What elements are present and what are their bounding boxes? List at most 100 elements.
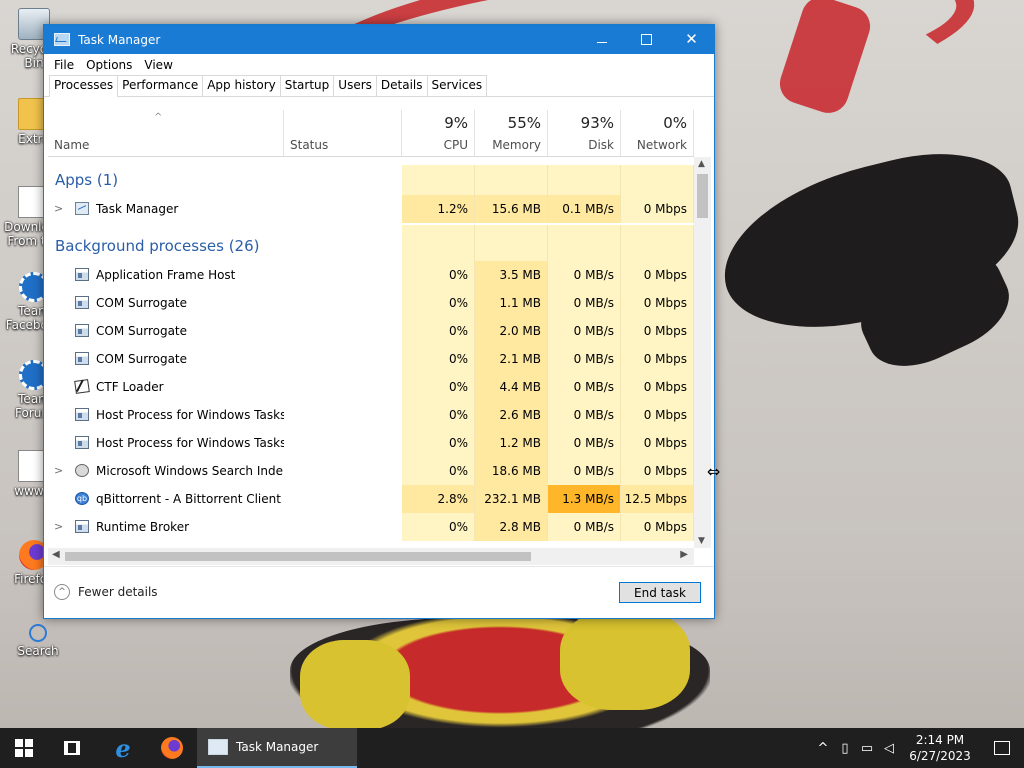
column-header-memory[interactable]: 55% Memory: [475, 110, 548, 156]
table-row[interactable]: CTF Loader 0% 4.4 MB 0 MB/s 0 Mbps: [48, 373, 694, 401]
network-icon[interactable]: ▭: [856, 741, 878, 756]
task-view-icon: [64, 741, 80, 755]
wallpaper-figure-arm-right: [560, 610, 690, 710]
taskbar-item-task-manager[interactable]: Task Manager: [197, 728, 357, 768]
chevron-up-icon[interactable]: ^: [812, 741, 834, 756]
process-disk: 0 MB/s: [548, 289, 621, 317]
volume-muted-icon[interactable]: ◁: [878, 741, 900, 756]
scroll-right-icon[interactable]: ▶: [680, 549, 688, 560]
table-row[interactable]: > Runtime Broker 0% 2.8 MB 0 MB/s 0 Mbps: [48, 513, 694, 541]
tablet-icon[interactable]: ▯: [834, 741, 856, 756]
column-header-cpu[interactable]: 9% CPU: [402, 110, 475, 156]
horizontal-scroll-thumb[interactable]: [65, 552, 531, 561]
table-row[interactable]: Host Process for Windows Tasks 0% 1.2 MB 0 …: [48, 429, 694, 457]
task-manager-icon: [54, 32, 70, 47]
maximize-button[interactable]: [624, 25, 669, 54]
table-row[interactable]: COM Surrogate 0% 2.1 MB 0 MB/s 0 Mbps: [48, 345, 694, 373]
column-header-status[interactable]: Status: [284, 110, 402, 156]
scroll-left-icon[interactable]: ◀: [52, 549, 60, 560]
window-title: Task Manager: [78, 32, 161, 47]
horizontal-scrollbar[interactable]: ◀ ▶: [48, 548, 694, 565]
process-disk: 0 MB/s: [548, 373, 621, 401]
tab-details[interactable]: Details: [375, 75, 428, 96]
table-row[interactable]: COM Surrogate 0% 2.0 MB 0 MB/s 0 Mbps: [48, 317, 694, 345]
task-manager-icon: [208, 739, 228, 755]
desktop-icon-search[interactable]: Search: [6, 624, 70, 658]
table-row[interactable]: > Microsoft Windows Search Inde... 0% 18.6 …: [48, 457, 694, 485]
process-cpu: 2.8%: [402, 485, 475, 513]
process-disk: 0 MB/s: [548, 401, 621, 429]
close-button[interactable]: ✕: [669, 25, 714, 54]
process-status: [284, 317, 402, 345]
group-header-background: Background processes (26): [48, 225, 694, 261]
minimize-button[interactable]: [579, 25, 624, 54]
process-network: 0 Mbps: [621, 345, 694, 373]
clock[interactable]: 2:14 PM 6/27/2023: [900, 732, 980, 764]
tab-processes[interactable]: Processes: [49, 75, 119, 97]
end-task-button[interactable]: End task: [619, 582, 701, 603]
column-label: Disk: [588, 138, 614, 152]
column-header-disk[interactable]: 93% Disk: [548, 110, 621, 156]
process-network: 0 Mbps: [621, 373, 694, 401]
scroll-up-icon[interactable]: ▲: [698, 159, 705, 169]
process-status: [284, 457, 402, 485]
menu-options[interactable]: Options: [80, 58, 138, 72]
memory-total-percent: 55%: [507, 114, 541, 132]
process-memory: 1.2 MB: [475, 429, 548, 457]
process-status: [284, 261, 402, 289]
process-network: 0 Mbps: [621, 513, 694, 541]
process-status: [284, 485, 402, 513]
column-label: Memory: [492, 138, 541, 152]
process-name: Task Manager: [96, 202, 179, 216]
process-name: COM Surrogate: [96, 296, 188, 310]
table-row[interactable]: Application Frame Host 0% 3.5 MB 0 MB/s 0 Mb…: [48, 261, 694, 289]
process-cpu: 0%: [402, 513, 475, 541]
internet-explorer-button[interactable]: e: [98, 728, 148, 768]
process-memory: 2.1 MB: [475, 345, 548, 373]
process-cpu: 0%: [402, 317, 475, 345]
process-name: Microsoft Windows Search Inde...: [96, 464, 284, 478]
process-disk: 0 MB/s: [548, 457, 621, 485]
process-memory: 1.1 MB: [475, 289, 548, 317]
table-row[interactable]: COM Surrogate 0% 1.1 MB 0 MB/s 0 Mbps: [48, 289, 694, 317]
process-status: [284, 373, 402, 401]
process-cpu: 1.2%: [402, 195, 475, 223]
process-cpu: 0%: [402, 345, 475, 373]
action-center-button[interactable]: [980, 728, 1024, 768]
taskbar: e Task Manager ^ ▯ ▭ ◁ 2:14 PM 6/27/2023: [0, 728, 1024, 768]
table-row[interactable]: > Task Manager 1.2% 15.6 MB 0.1 MB/s 0 M…: [48, 195, 694, 223]
process-disk: 0 MB/s: [548, 317, 621, 345]
menu-file[interactable]: File: [48, 58, 80, 72]
column-header-name[interactable]: ^ Name: [48, 110, 284, 156]
tab-performance[interactable]: Performance: [117, 75, 204, 96]
process-status: [284, 289, 402, 317]
task-view-button[interactable]: [48, 728, 96, 768]
column-header-network[interactable]: 0% Network: [621, 110, 694, 156]
process-network: 0 Mbps: [621, 261, 694, 289]
group-title: Apps (1): [55, 171, 119, 189]
menu-view[interactable]: View: [138, 58, 178, 72]
vertical-scrollbar[interactable]: ▲ ▼: [694, 157, 711, 548]
tab-users[interactable]: Users: [333, 75, 377, 96]
tab-app-history[interactable]: App history: [202, 75, 281, 96]
table-row[interactable]: Host Process for Windows Tasks 0% 2.6 MB 0 …: [48, 401, 694, 429]
fewer-details-link[interactable]: ^ Fewer details: [54, 584, 158, 600]
group-header-apps: Apps (1): [48, 165, 694, 195]
start-button[interactable]: [0, 728, 48, 768]
process-cpu: 0%: [402, 401, 475, 429]
firefox-button[interactable]: [148, 728, 196, 768]
tab-startup[interactable]: Startup: [279, 75, 335, 96]
process-name: Runtime Broker: [96, 520, 190, 534]
system-tray: ^ ▯ ▭ ◁ 2:14 PM 6/27/2023: [812, 728, 1024, 768]
process-status: [284, 513, 402, 541]
vertical-scroll-thumb[interactable]: [697, 174, 708, 218]
process-memory: 232.1 MB: [475, 485, 548, 513]
scroll-down-icon[interactable]: ▼: [698, 536, 705, 546]
tab-services[interactable]: Services: [426, 75, 488, 96]
taskbar-item-label: Task Manager: [236, 740, 319, 754]
table-row[interactable]: qb qBittorrent - A Bittorrent Client 2.8% 2…: [48, 485, 694, 513]
process-cpu: 0%: [402, 457, 475, 485]
title-bar[interactable]: Task Manager ✕: [44, 25, 714, 54]
process-name: Application Frame Host: [96, 268, 236, 282]
clock-date: 6/27/2023: [909, 749, 971, 763]
